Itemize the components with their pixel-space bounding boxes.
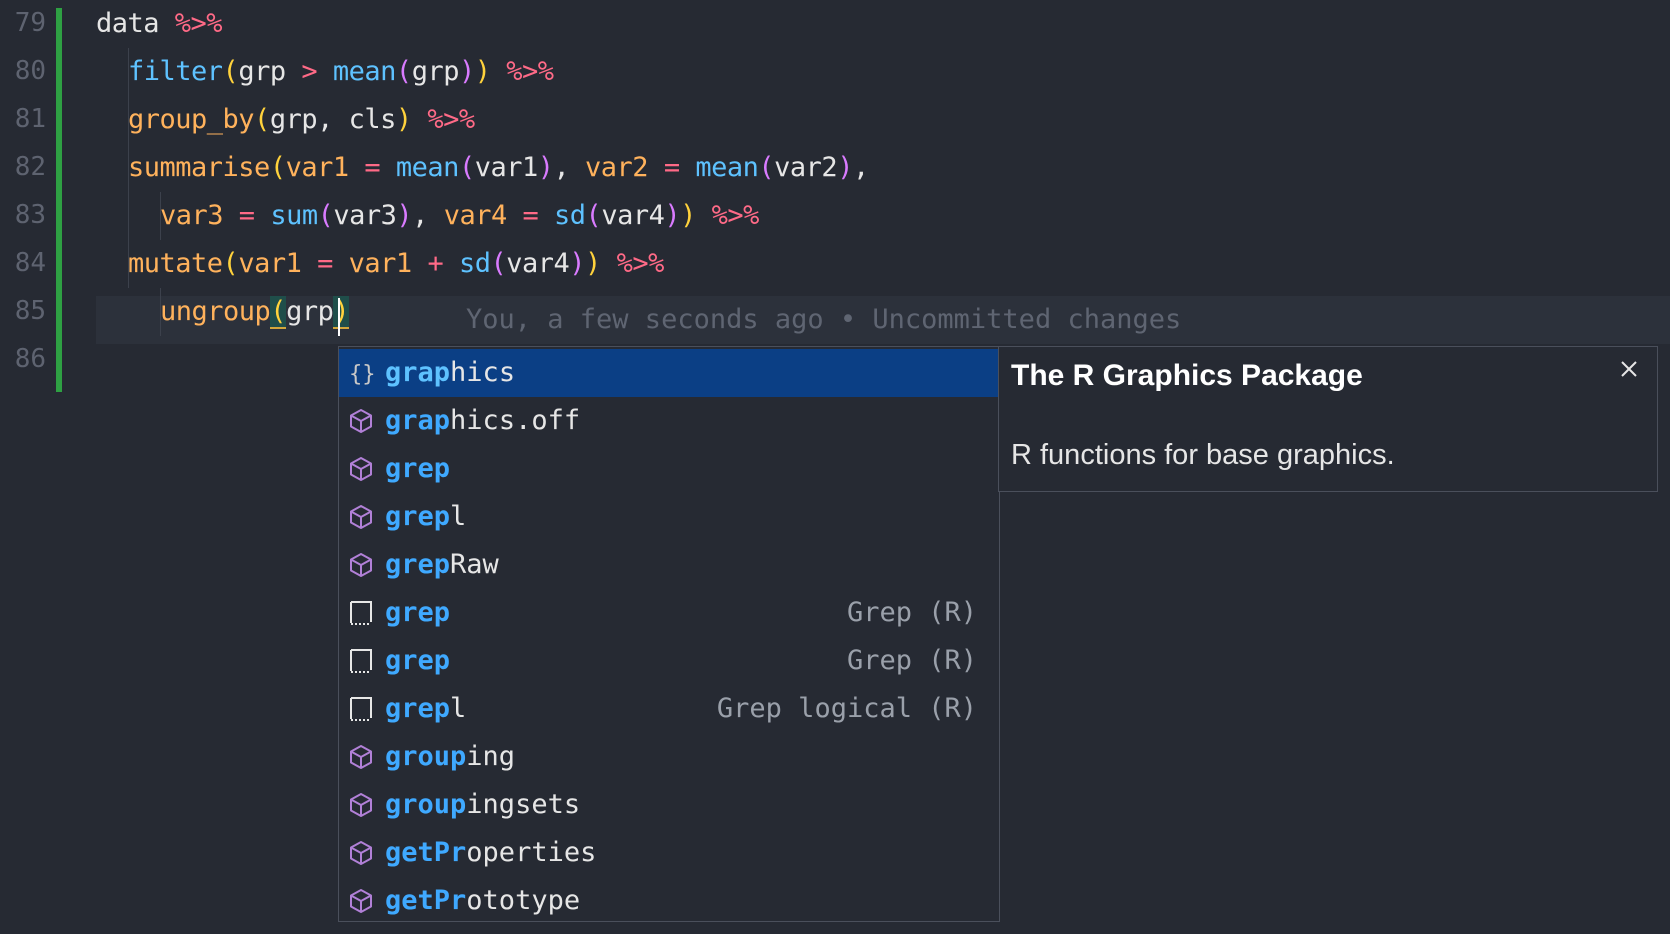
code-text[interactable]: ungroup(grp) — [160, 296, 350, 329]
code-text[interactable]: group_by(grp, cls) %>% — [128, 104, 475, 135]
cube-icon — [347, 551, 375, 579]
code-line[interactable]: 83 var3 = sum(var3), var4 = sd(var4)) %>… — [0, 192, 1670, 240]
suggestion-item[interactable]: grepl Grep logical (R) — [339, 685, 999, 733]
suggestion-item[interactable]: grep Grep (R) — [339, 637, 999, 685]
indent-guide — [128, 48, 129, 288]
docs-title: The R Graphics Package — [1011, 359, 1363, 392]
line-number: 82 — [14, 152, 46, 182]
docs-body: R functions for base graphics. — [1011, 439, 1395, 471]
line-number: 86 — [14, 344, 46, 374]
code-text[interactable]: filter(grp > mean(grp)) %>% — [128, 56, 554, 87]
code-text[interactable]: data %>% — [96, 8, 223, 39]
text-cursor — [338, 298, 340, 336]
suggestion-item[interactable]: grepl — [339, 493, 999, 541]
suggestion-label: grep — [385, 597, 451, 628]
suggestion-item[interactable]: getPrototype — [339, 877, 999, 925]
suggestion-label: grep — [385, 453, 451, 484]
code-text[interactable]: summarise(var1 = mean(var1), var2 = mean… — [128, 152, 869, 183]
suggestion-item[interactable]: grep Grep (R) — [339, 589, 999, 637]
suggestion-detail: Grep (R) — [846, 645, 977, 676]
indent-guide — [160, 288, 161, 336]
snippet-icon — [347, 599, 375, 627]
suggestion-label: getProperties — [385, 837, 597, 868]
suggestion-item[interactable]: getProperties — [339, 829, 999, 877]
line-number: 84 — [14, 248, 46, 278]
suggestion-label: grepl — [385, 693, 467, 724]
cube-icon — [347, 791, 375, 819]
suggestion-item[interactable]: grouping — [339, 733, 999, 781]
code-line[interactable]: 80 filter(grp > mean(grp)) %>% — [0, 48, 1670, 96]
suggestion-label: grouping — [385, 741, 516, 772]
close-icon[interactable] — [1617, 357, 1641, 381]
indent-guide — [160, 192, 161, 240]
autocomplete-suggestions[interactable]: {} graphics graphics.off grep grepl grepRaw gr… — [338, 346, 1000, 922]
suggestion-detail: Grep (R) — [846, 597, 977, 628]
suggestion-label: grepRaw — [385, 549, 499, 580]
suggestion-item[interactable]: graphics.off — [339, 397, 999, 445]
suggestion-item[interactable]: groupingsets — [339, 781, 999, 829]
suggestion-detail: Grep logical (R) — [716, 693, 977, 724]
code-text[interactable]: mutate(var1 = var1 + sd(var4)) %>% — [128, 248, 664, 279]
suggestion-label: grep — [385, 645, 451, 676]
suggestion-item[interactable]: grep — [339, 445, 999, 493]
braces-icon: {} — [347, 359, 376, 387]
cube-icon — [347, 455, 375, 483]
suggestion-label: getPrototype — [385, 885, 581, 916]
suggestion-label: grepl — [385, 501, 467, 532]
snippet-icon — [347, 695, 375, 723]
code-line[interactable]: 82 summarise(var1 = mean(var1), var2 = m… — [0, 144, 1670, 192]
code-line[interactable]: 79 data %>% — [0, 0, 1670, 48]
git-blame-annotation: You, a few seconds ago • Uncommitted cha… — [466, 304, 1182, 335]
cube-icon — [347, 839, 375, 867]
suggestion-item[interactable]: grepRaw — [339, 541, 999, 589]
cube-icon — [347, 887, 375, 915]
cube-icon — [347, 407, 375, 435]
line-number: 80 — [14, 56, 46, 86]
suggestion-label: graphics — [385, 357, 516, 388]
line-number: 79 — [14, 8, 46, 38]
suggestion-item[interactable]: {} graphics — [339, 349, 999, 397]
code-line[interactable]: 81 group_by(grp, cls) %>% — [0, 96, 1670, 144]
line-number: 83 — [14, 200, 46, 230]
line-number: 85 — [14, 296, 46, 326]
cube-icon — [347, 743, 375, 771]
line-number: 81 — [14, 104, 46, 134]
suggestion-label: groupingsets — [385, 789, 581, 820]
suggestion-docs-panel: The R Graphics Package R functions for b… — [998, 346, 1658, 492]
snippet-icon — [347, 647, 375, 675]
code-text[interactable]: var3 = sum(var3), var4 = sd(var4)) %>% — [160, 200, 759, 231]
cube-icon — [347, 503, 375, 531]
suggestion-label: graphics.off — [385, 405, 581, 436]
code-line[interactable]: 84 mutate(var1 = var1 + sd(var4)) %>% — [0, 240, 1670, 288]
svg-text:{}: {} — [349, 362, 375, 387]
